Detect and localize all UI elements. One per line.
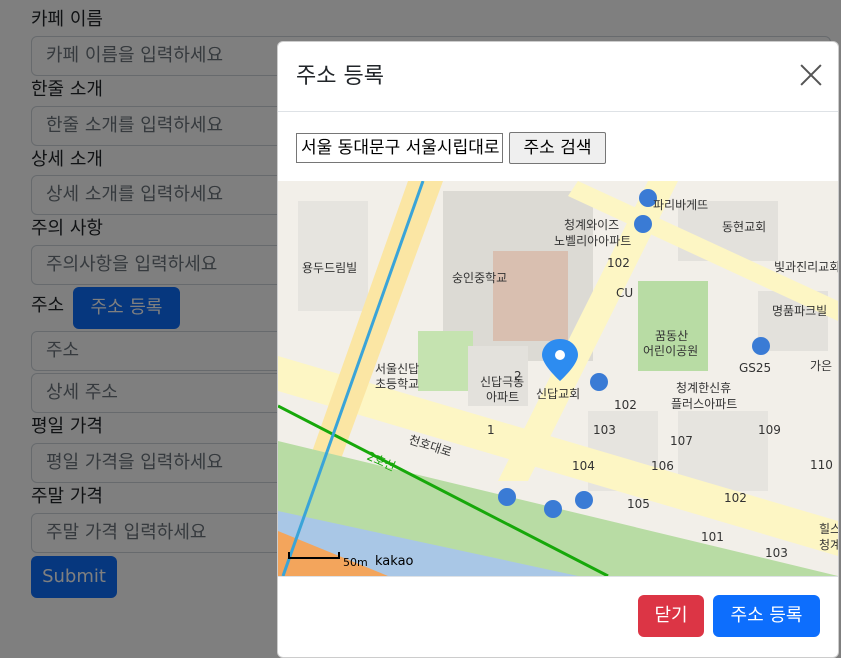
map-label: 109	[758, 423, 781, 437]
map-label: 105	[627, 497, 650, 511]
map-label: 청계와이즈	[564, 218, 619, 232]
map-label: 107	[670, 434, 693, 448]
map-label: 파리바게뜨	[653, 198, 708, 212]
register-address-button[interactable]: 주소 등록	[713, 595, 820, 637]
address-search-button[interactable]: 주소 검색	[509, 132, 606, 164]
modal-header-divider	[278, 111, 838, 112]
map-label: 102	[607, 256, 630, 270]
map-canvas[interactable]: 파리바게뜨 동현교회 청계와이즈 노벨리아아파트 102 CU 빛과진리교회 용…	[278, 181, 838, 576]
map-label: 103	[593, 423, 616, 437]
sports-field	[493, 251, 568, 341]
map-label: CU	[616, 286, 633, 300]
map-label: 초등학교	[375, 377, 419, 391]
address-modal: 주소 등록 서울 동대문구 서울시립대로 주소 검색 파리바게뜨 동현교회 청계…	[277, 41, 839, 658]
map-label: GS25	[739, 361, 771, 375]
map-label: 102	[724, 491, 747, 505]
map-label: 신답교회	[536, 387, 580, 401]
map-label: 가은	[810, 359, 832, 373]
map-label: 힐스	[819, 522, 838, 536]
modal-title: 주소 등록	[296, 64, 384, 89]
close-icon[interactable]	[800, 64, 822, 86]
map-label: 용두드림빌	[302, 261, 357, 275]
map-label: 110	[810, 458, 833, 472]
map-label: 2	[514, 369, 522, 383]
map-label: 동현교회	[722, 220, 766, 234]
close-button[interactable]: 닫기	[638, 595, 704, 637]
map-label: 서울신답	[375, 362, 419, 376]
map-label: 꿈동산	[655, 329, 688, 343]
map-label: 106	[651, 459, 674, 473]
map-label: 102	[614, 398, 637, 412]
map-label: 101	[701, 530, 724, 544]
kakao-logo: kakao	[375, 554, 414, 569]
map-label: 노벨리아아파트	[554, 234, 631, 248]
address-search-input[interactable]: 서울 동대문구 서울시립대로	[296, 133, 503, 163]
map-label: 청계한신휴	[676, 381, 731, 395]
scale-label: 50m	[343, 556, 368, 569]
map-label: 명품파크빌	[772, 304, 827, 318]
school-field	[418, 331, 473, 391]
map-label: 청계	[819, 538, 838, 552]
map-label: 1	[487, 423, 495, 437]
map-label: 103	[765, 546, 788, 560]
map-label: 아파트	[486, 390, 519, 404]
kakao-map[interactable]: 파리바게뜨 동현교회 청계와이즈 노벨리아아파트 102 CU 빛과진리교회 용…	[278, 181, 838, 576]
modal-footer-divider	[278, 576, 838, 577]
map-label: 숭인중학교	[452, 271, 507, 285]
map-label: 플러스아파트	[671, 397, 737, 411]
map-label: 104	[572, 459, 595, 473]
map-label: 어린이공원	[643, 344, 698, 358]
map-label: 빛과진리교회	[774, 260, 838, 274]
